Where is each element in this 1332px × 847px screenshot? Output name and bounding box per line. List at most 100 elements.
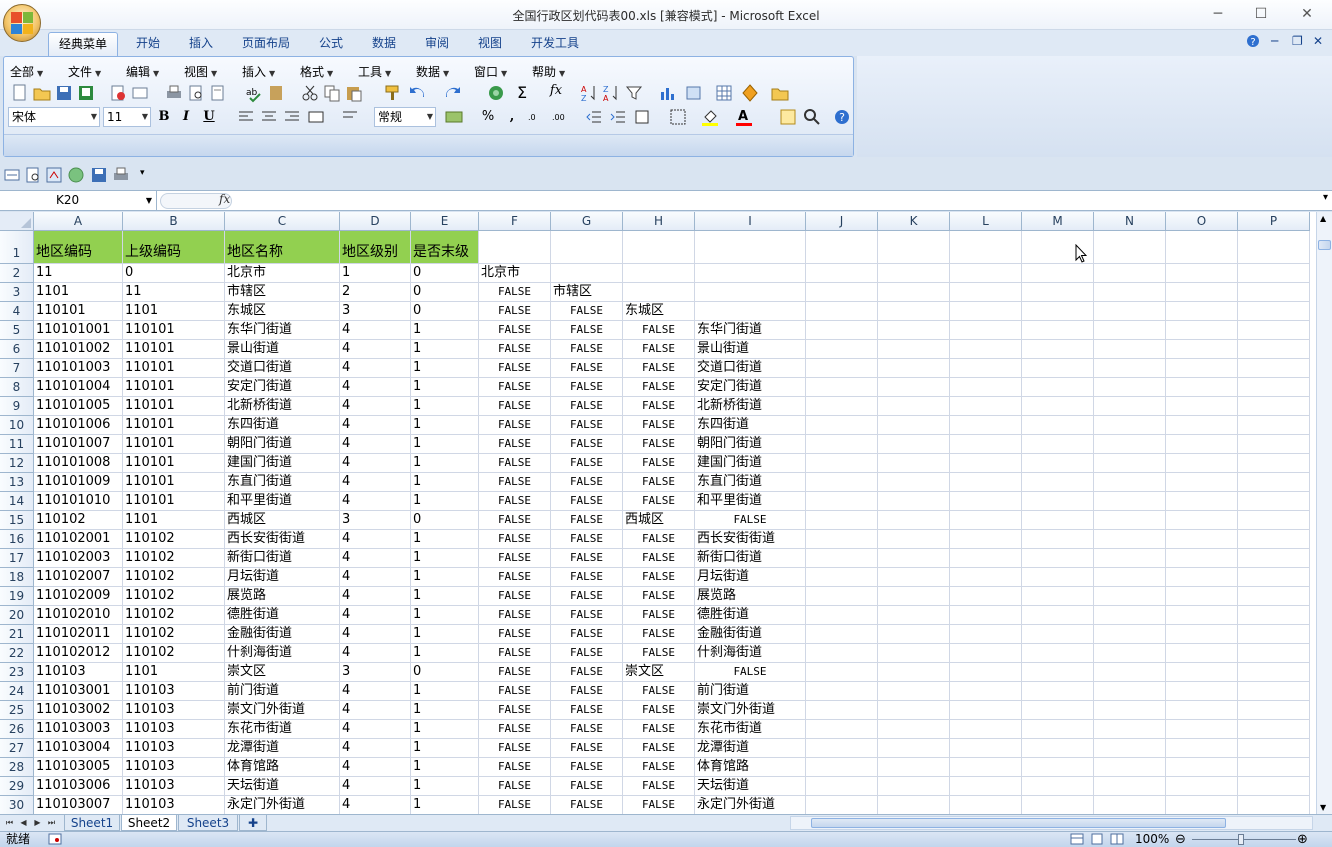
cell-f[interactable]: FALSE: [479, 796, 551, 814]
cell-l[interactable]: [950, 720, 1022, 739]
cell-m[interactable]: [1022, 283, 1094, 302]
cell-b[interactable]: 1101: [123, 302, 225, 321]
cell-g[interactable]: FALSE: [551, 568, 623, 587]
cell-f[interactable]: FALSE: [479, 606, 551, 625]
cell-c[interactable]: 建国门街道: [225, 454, 340, 473]
cell-g[interactable]: FALSE: [551, 720, 623, 739]
cell-p[interactable]: [1238, 587, 1310, 606]
cell-b[interactable]: 110102: [123, 625, 225, 644]
cell-l[interactable]: [950, 777, 1022, 796]
cell-i[interactable]: [695, 264, 806, 283]
cell-m[interactable]: [1022, 473, 1094, 492]
cell-d[interactable]: 4: [340, 359, 411, 378]
cell-f[interactable]: FALSE: [479, 397, 551, 416]
cell-a[interactable]: 110101001: [34, 321, 123, 340]
cell-a[interactable]: 110103004: [34, 739, 123, 758]
column-header-k[interactable]: K: [878, 212, 950, 231]
autosum-icon[interactable]: Σ: [512, 83, 532, 103]
cell-e[interactable]: 1: [411, 530, 479, 549]
cell-j[interactable]: [806, 663, 878, 682]
cell-o[interactable]: [1166, 758, 1238, 777]
cell-k[interactable]: [878, 378, 950, 397]
cell-k[interactable]: [878, 682, 950, 701]
zoom-level[interactable]: 100%: [1135, 832, 1169, 847]
cell-l[interactable]: [950, 435, 1022, 454]
insert-sheet-icon[interactable]: ✚: [239, 815, 267, 831]
header-cell[interactable]: 上级编码: [123, 231, 225, 264]
cell-d[interactable]: 4: [340, 492, 411, 511]
cell-o[interactable]: [1166, 397, 1238, 416]
cell-e[interactable]: 1: [411, 720, 479, 739]
cell-p[interactable]: [1238, 644, 1310, 663]
cell-f[interactable]: FALSE: [479, 302, 551, 321]
cell-e[interactable]: 1: [411, 549, 479, 568]
help-circle-icon[interactable]: ?: [832, 107, 852, 127]
cell-d[interactable]: 4: [340, 416, 411, 435]
cell-a[interactable]: 110102007: [34, 568, 123, 587]
cell-o[interactable]: [1166, 606, 1238, 625]
cell-c[interactable]: 西城区: [225, 511, 340, 530]
row-header[interactable]: 17: [0, 549, 34, 568]
cell-g[interactable]: FALSE: [551, 663, 623, 682]
row-header[interactable]: 12: [0, 454, 34, 473]
cell-m[interactable]: [1022, 397, 1094, 416]
cell-c[interactable]: 北京市: [225, 264, 340, 283]
cell-c[interactable]: 朝阳门街道: [225, 435, 340, 454]
cell-a[interactable]: 110103003: [34, 720, 123, 739]
cell-e[interactable]: 1: [411, 682, 479, 701]
cell-e[interactable]: 0: [411, 511, 479, 530]
cell-i[interactable]: 金融街街道: [695, 625, 806, 644]
minimize-button[interactable]: ─: [1203, 4, 1233, 24]
cell-b[interactable]: 110102: [123, 587, 225, 606]
cell-e[interactable]: 0: [411, 302, 479, 321]
cell-m[interactable]: [1022, 568, 1094, 587]
cell-b[interactable]: 110103: [123, 796, 225, 814]
cell-n[interactable]: [1094, 701, 1166, 720]
cell-c[interactable]: 安定门街道: [225, 378, 340, 397]
cell-n[interactable]: [1094, 378, 1166, 397]
cell-k[interactable]: [878, 492, 950, 511]
cell-n[interactable]: [1094, 796, 1166, 814]
cell-p[interactable]: [1238, 511, 1310, 530]
row-header[interactable]: 24: [0, 682, 34, 701]
cell-m[interactable]: [1022, 378, 1094, 397]
cell-j[interactable]: [806, 720, 878, 739]
cell-f[interactable]: FALSE: [479, 530, 551, 549]
cell-p[interactable]: [1238, 796, 1310, 814]
cell-m[interactable]: [1022, 302, 1094, 321]
cell-h[interactable]: 西城区: [623, 511, 695, 530]
cell-i[interactable]: 安定门街道: [695, 378, 806, 397]
cell-n[interactable]: [1094, 264, 1166, 283]
insert-function-icon[interactable]: fx: [546, 83, 566, 103]
cell-g[interactable]: FALSE: [551, 416, 623, 435]
zoom-in-icon[interactable]: ⊕: [1297, 832, 1308, 847]
cell-g[interactable]: [551, 264, 623, 283]
cell-i[interactable]: 东直门街道: [695, 473, 806, 492]
cell-o[interactable]: [1166, 283, 1238, 302]
cell-a[interactable]: 11: [34, 264, 123, 283]
cell-a[interactable]: 110103: [34, 663, 123, 682]
cell-m[interactable]: [1022, 739, 1094, 758]
row-header[interactable]: 23: [0, 663, 34, 682]
cell-m[interactable]: [1022, 454, 1094, 473]
tab-insert[interactable]: 插入: [177, 32, 225, 56]
column-header-c[interactable]: C: [225, 212, 340, 231]
cell-b[interactable]: 110101: [123, 473, 225, 492]
cell-m[interactable]: [1022, 416, 1094, 435]
row-header[interactable]: 10: [0, 416, 34, 435]
cell-d[interactable]: 2: [340, 283, 411, 302]
open-folder-icon[interactable]: [32, 83, 52, 103]
cell-j[interactable]: [806, 777, 878, 796]
row-header[interactable]: 15: [0, 511, 34, 530]
paste-icon[interactable]: [344, 83, 364, 103]
cell-e[interactable]: 1: [411, 435, 479, 454]
cell-i[interactable]: 德胜街道: [695, 606, 806, 625]
cell[interactable]: [878, 231, 950, 264]
cell-p[interactable]: [1238, 340, 1310, 359]
cell-k[interactable]: [878, 549, 950, 568]
cell-h[interactable]: FALSE: [623, 625, 695, 644]
cell-f[interactable]: FALSE: [479, 378, 551, 397]
cell-b[interactable]: 0: [123, 264, 225, 283]
cell-j[interactable]: [806, 264, 878, 283]
cell-o[interactable]: [1166, 625, 1238, 644]
